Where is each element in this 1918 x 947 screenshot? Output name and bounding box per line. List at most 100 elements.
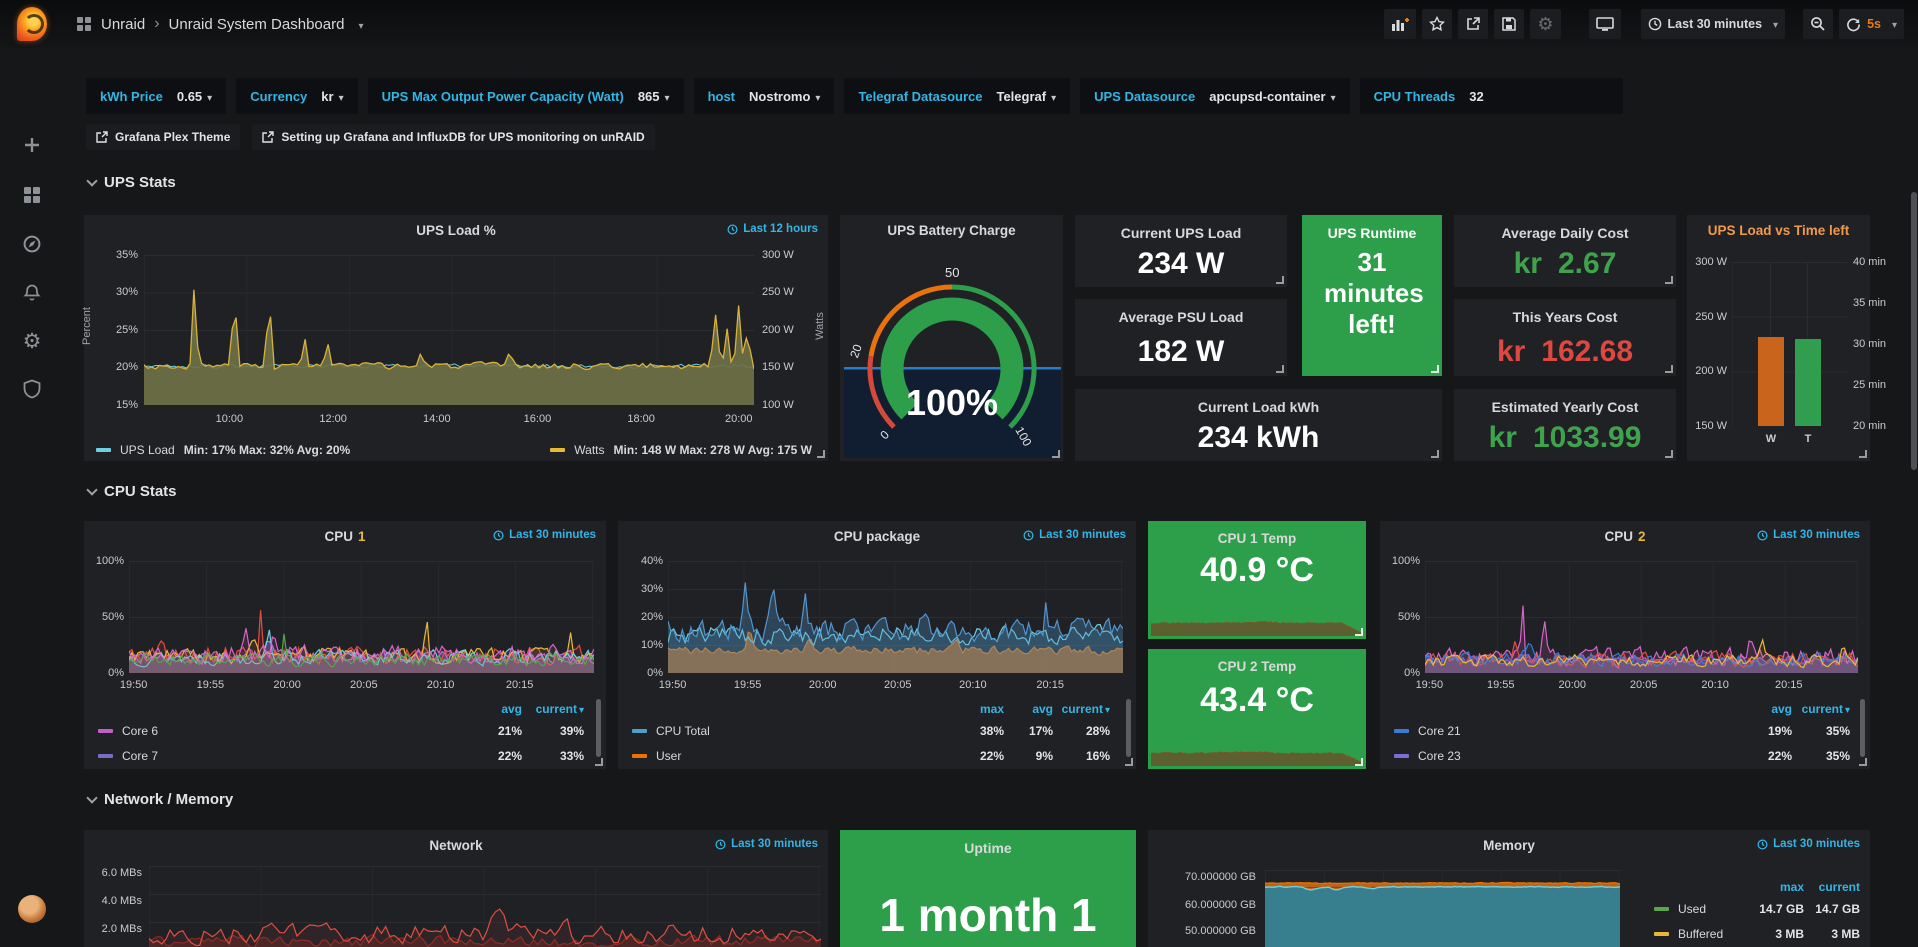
panel-title[interactable]: UPS Load % — [84, 223, 828, 238]
cycle-view-button[interactable] — [1589, 9, 1621, 39]
clock-icon — [493, 530, 504, 541]
legend-item[interactable]: Core 21 — [1394, 724, 1461, 738]
cpu-package-plot[interactable] — [668, 561, 1123, 673]
dashboard-title-caret-icon[interactable] — [353, 16, 363, 33]
stat-title[interactable]: Current UPS Load — [1075, 225, 1287, 241]
share-button[interactable] — [1458, 9, 1488, 39]
save-button[interactable] — [1494, 9, 1524, 39]
stat-title[interactable]: Current Load kWh — [1075, 399, 1442, 415]
alerting-bell-icon[interactable] — [0, 275, 64, 311]
panel-title[interactable]: UPS Load vs Time left — [1687, 223, 1870, 238]
variable-ups-max-output[interactable]: UPS Max Output Power Capacity (Watt)865 — [368, 78, 684, 114]
legend-header-max[interactable]: max — [954, 702, 1004, 716]
section-ups-stats[interactable]: UPS Stats — [88, 174, 176, 191]
variable-label: Telegraf Datasource — [858, 89, 982, 104]
grafana-logo-icon[interactable] — [0, 0, 64, 48]
breadcrumb-dashboard-title[interactable]: Unraid System Dashboard — [169, 16, 345, 33]
create-icon[interactable] — [0, 127, 64, 163]
star-button[interactable] — [1422, 9, 1452, 39]
stat-title[interactable]: This Years Cost — [1454, 309, 1676, 325]
panel-title[interactable]: UPS Battery Charge — [840, 223, 1063, 238]
configuration-gear-icon[interactable]: ⚙ — [0, 323, 64, 359]
legend-item[interactable]: Core 7 — [98, 749, 158, 763]
legend-header-avg[interactable]: avg — [1009, 702, 1053, 716]
y-axis-tick: 30 min — [1853, 338, 1886, 350]
side-menu: ⚙ ? — [0, 48, 64, 947]
refresh-caret-icon[interactable] — [1887, 17, 1897, 31]
template-variables-row: kWh Price0.65 Currencykr UPS Max Output … — [86, 78, 1623, 114]
x-axis-tick: 19:55 — [1487, 679, 1515, 691]
variable-label: CPU Threads — [1374, 89, 1456, 104]
variable-kwh-price[interactable]: kWh Price0.65 — [86, 78, 226, 114]
stat-title[interactable]: Average PSU Load — [1075, 309, 1287, 325]
cpu1-plot[interactable] — [129, 561, 594, 673]
time-picker-button[interactable]: Last 30 minutes — [1641, 9, 1786, 39]
variable-host[interactable]: hostNostromo — [694, 78, 835, 114]
legend-header-current[interactable]: current — [526, 702, 584, 716]
stat-title[interactable]: Estimated Yearly Cost — [1454, 399, 1676, 415]
link-grafana-plex-theme[interactable]: Grafana Plex Theme — [86, 124, 240, 150]
legend-header-avg[interactable]: avg — [1742, 702, 1792, 716]
ups-load-plot[interactable] — [144, 255, 754, 405]
stat-title[interactable]: UPS Runtime — [1302, 225, 1442, 241]
variable-telegraf-datasource[interactable]: Telegraf DatasourceTelegraf — [844, 78, 1070, 114]
refresh-interval-label[interactable]: 5s — [1867, 17, 1881, 31]
legend-item-watts[interactable]: Watts Min: 148 W Max: 278 W Avg: 175 W — [550, 443, 812, 457]
legend-item[interactable]: User — [632, 749, 681, 763]
stat-title[interactable]: CPU 2 Temp — [1148, 659, 1366, 674]
legend-item[interactable]: Core 23 — [1394, 749, 1461, 763]
x-axis-tick: 16:00 — [524, 413, 552, 425]
section-network-memory[interactable]: Network / Memory — [88, 791, 233, 808]
cpu2-plot[interactable] — [1425, 561, 1858, 673]
memory-plot[interactable] — [1265, 870, 1620, 947]
legend-header-current[interactable]: current — [1808, 880, 1860, 894]
legend-scrollbar[interactable] — [1860, 699, 1865, 757]
legend-header-max[interactable]: max — [1744, 880, 1804, 894]
network-plot[interactable] — [149, 866, 821, 947]
clock-icon — [1757, 530, 1768, 541]
y-axis-tick: 15% — [94, 399, 138, 411]
variable-cpu-threads[interactable]: CPU Threads 32 — [1360, 78, 1624, 114]
y-axis-tick: 100% — [86, 555, 124, 567]
dashboard-settings-button[interactable]: ⚙ — [1530, 9, 1560, 39]
x-axis-tick: 14:00 — [423, 413, 451, 425]
cpu-threads-input[interactable]: 32 — [1469, 89, 1609, 104]
legend-item[interactable]: Core 6 — [98, 724, 158, 738]
legend-value: 38% — [954, 724, 1004, 738]
legend-value: 21% — [472, 724, 522, 738]
legend-item[interactable]: Used — [1654, 902, 1706, 916]
variable-ups-datasource[interactable]: UPS Datasourceapcupsd-container — [1080, 78, 1349, 114]
stat-value: 40.9 °C — [1148, 551, 1366, 590]
bar-time-left[interactable] — [1795, 339, 1821, 426]
stat-title[interactable]: CPU 1 Temp — [1148, 531, 1366, 546]
breadcrumb-app[interactable]: Unraid — [101, 16, 145, 33]
refresh-button[interactable]: 5s — [1839, 9, 1904, 39]
legend-scrollbar[interactable] — [1126, 699, 1131, 757]
section-cpu-stats[interactable]: CPU Stats — [88, 483, 177, 500]
svg-text:50: 50 — [945, 265, 959, 280]
help-icon[interactable]: ? — [0, 943, 64, 947]
legend-item[interactable]: CPU Total — [632, 724, 710, 738]
bar-label: T — [1805, 433, 1812, 445]
add-panel-button[interactable] — [1384, 9, 1416, 39]
y-axis-tick: 30% — [94, 286, 138, 298]
link-ups-monitoring-guide[interactable]: Setting up Grafana and InfluxDB for UPS … — [252, 124, 654, 150]
stat-title[interactable]: Average Daily Cost — [1454, 225, 1676, 241]
bar-watts[interactable] — [1758, 337, 1784, 426]
panel-network: Network Last 30 minutes 6.0 MBs 4.0 MBs … — [83, 829, 829, 947]
panel-cpu-package: CPU package Last 30 minutes 40% 30% 20% … — [617, 520, 1137, 770]
legend-item[interactable]: Buffered — [1654, 927, 1723, 941]
legend-item-ups-load[interactable]: UPS Load Min: 17% Max: 32% Avg: 20% — [96, 443, 350, 457]
legend-header-current[interactable]: current — [1056, 702, 1110, 716]
dashboards-icon[interactable] — [0, 177, 64, 213]
stat-title[interactable]: Uptime — [840, 840, 1136, 856]
page-scrollbar[interactable] — [1911, 192, 1917, 470]
zoom-out-button[interactable] — [1803, 9, 1833, 39]
legend-scrollbar[interactable] — [596, 699, 601, 757]
server-admin-shield-icon[interactable] — [0, 371, 64, 407]
variable-currency[interactable]: Currencykr — [236, 78, 357, 114]
user-avatar[interactable] — [0, 891, 64, 927]
legend-header-current[interactable]: current — [1794, 702, 1850, 716]
legend-header-avg[interactable]: avg — [472, 702, 522, 716]
explore-icon[interactable] — [0, 226, 64, 262]
